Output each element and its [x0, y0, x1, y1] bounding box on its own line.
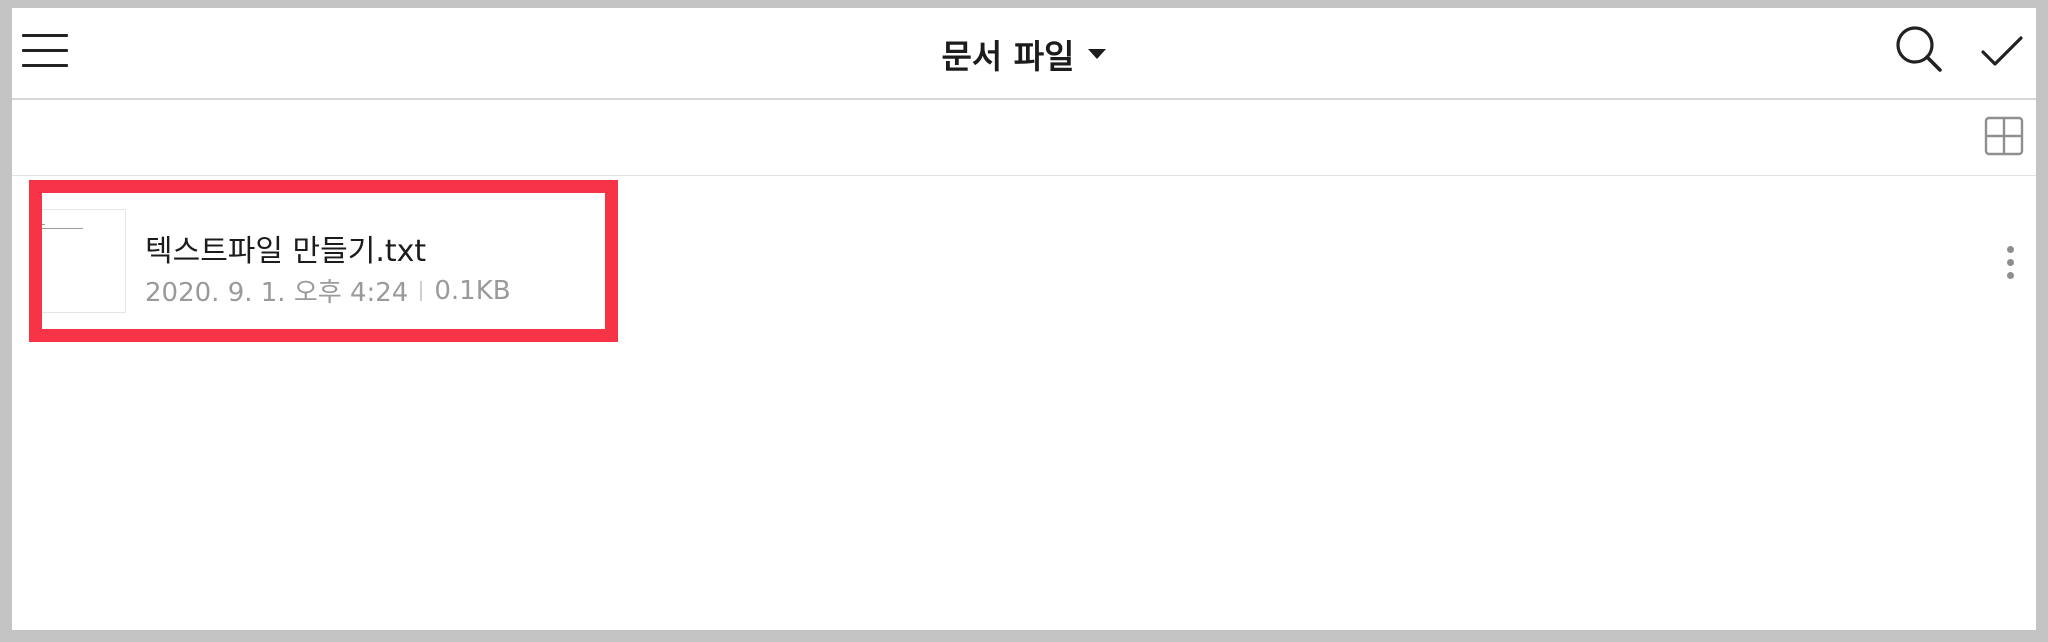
menu-button[interactable]: [22, 30, 70, 70]
more-options-button[interactable]: [1998, 246, 2024, 286]
view-toolbar: [12, 100, 2036, 176]
top-bar: 문서 파일: [12, 8, 2036, 100]
file-thumbnail: [30, 209, 126, 313]
select-button[interactable]: [1978, 28, 2026, 76]
search-button[interactable]: [1894, 24, 1946, 76]
grid-view-button[interactable]: [1984, 116, 2024, 156]
more-vertical-icon: [2007, 246, 2014, 253]
page-title: 문서 파일: [941, 37, 1075, 76]
file-meta: 2020. 9. 1. 오후 4:24 0.1KB: [145, 272, 511, 309]
hamburger-menu-icon: [22, 34, 68, 37]
file-date: 2020. 9. 1. 오후 4:24: [145, 278, 409, 308]
file-size: 0.1KB: [434, 275, 511, 306]
title-container: 문서 파일: [12, 8, 2036, 100]
grid-view-icon: [1984, 116, 2024, 156]
meta-divider: [420, 280, 423, 301]
search-icon: [1896, 26, 1942, 72]
app-window: 문서 파일 텍스트파일 만들기.txt 2020. 9. 1. 오후 4:24 …: [12, 8, 2036, 630]
file-name: 텍스트파일 만들기.txt: [145, 234, 427, 269]
caret-down-icon: [1088, 49, 1107, 59]
folder-dropdown[interactable]: 문서 파일: [942, 30, 1107, 78]
file-list-item[interactable]: 텍스트파일 만들기.txt 2020. 9. 1. 오후 4:24 0.1KB: [12, 176, 2036, 313]
checkmark-icon: [1981, 36, 2023, 66]
